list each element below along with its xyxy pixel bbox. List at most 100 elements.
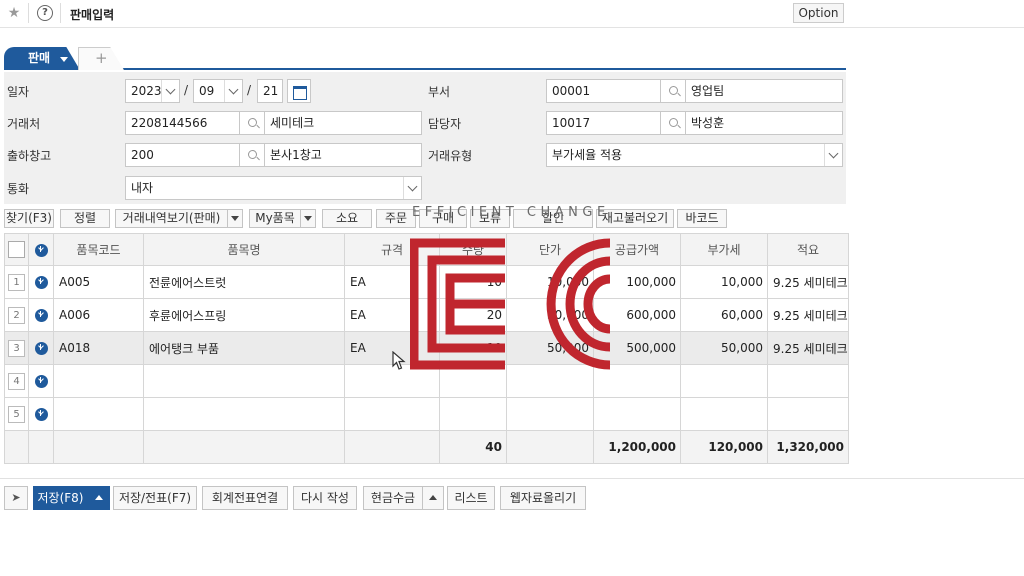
currency-select[interactable]: 내자 xyxy=(125,176,422,200)
top-bar: ★ ? 판매입력 Option xyxy=(0,0,1024,28)
option-button[interactable]: Option xyxy=(793,3,844,23)
cell-vat[interactable]: 10,000 xyxy=(680,265,768,299)
select-all-cell[interactable] xyxy=(4,233,29,266)
cell-item-code[interactable]: A005 xyxy=(53,265,144,299)
col-vat[interactable]: 부가세 xyxy=(680,233,768,266)
rewrite-button[interactable]: 다시 작성 xyxy=(293,486,357,510)
save-slip-button[interactable]: 저장/전표(F7) xyxy=(113,486,197,510)
history-button[interactable]: 거래내역보기(판매) xyxy=(115,209,228,228)
row-number-cell[interactable]: 1 xyxy=(4,265,29,299)
calendar-icon[interactable] xyxy=(287,79,311,103)
table-row[interactable]: 5 xyxy=(4,397,849,431)
cell-memo[interactable] xyxy=(767,364,849,398)
cash-receipt-dropdown[interactable] xyxy=(422,486,444,510)
total-supply: 1,200,000 xyxy=(593,430,681,464)
cell-memo[interactable]: 9.25 세미테크 xyxy=(767,331,849,365)
client-name-input[interactable]: 세미테크 xyxy=(264,111,422,135)
help-icon[interactable]: ? xyxy=(37,5,53,21)
date-year-select[interactable]: 2023 xyxy=(125,79,180,103)
consume-button[interactable]: 소요 xyxy=(322,209,372,228)
warehouse-name-input[interactable]: 본사1창고 xyxy=(264,143,422,167)
download-icon[interactable] xyxy=(34,243,48,257)
send-icon[interactable]: ➤ xyxy=(4,486,28,510)
download-header-cell xyxy=(28,233,54,266)
date-month-select[interactable]: 09 xyxy=(193,79,243,103)
row-number-cell[interactable]: 4 xyxy=(4,364,29,398)
manager-search-button[interactable] xyxy=(660,111,686,135)
tab-sales[interactable]: 판매 xyxy=(4,47,80,70)
cell-item-name[interactable] xyxy=(143,397,345,431)
sort-button[interactable]: 정렬 xyxy=(60,209,110,228)
my-items-button[interactable]: My품목 xyxy=(249,209,301,228)
col-item-name[interactable]: 품목명 xyxy=(143,233,345,266)
barcode-button[interactable]: 바코드 xyxy=(677,209,727,228)
cell-spec[interactable] xyxy=(344,397,440,431)
date-day-input[interactable]: 21 xyxy=(257,79,283,103)
download-icon[interactable] xyxy=(34,309,48,322)
total-vat: 120,000 xyxy=(680,430,768,464)
cell-vat[interactable] xyxy=(680,364,768,398)
add-tab-button[interactable]: + xyxy=(78,47,124,70)
row-download-cell xyxy=(28,397,54,431)
manager-label: 담당자 xyxy=(428,117,462,131)
star-icon[interactable]: ★ xyxy=(6,5,22,21)
download-icon[interactable] xyxy=(34,408,48,421)
cell-item-code[interactable] xyxy=(53,397,144,431)
cell-item-name[interactable]: 후륜에어스프링 xyxy=(143,298,345,332)
cell-item-code[interactable]: A006 xyxy=(53,298,144,332)
date-year-value: 2023 xyxy=(131,84,162,98)
total-empty-cell xyxy=(506,430,594,464)
cell-item-name[interactable] xyxy=(143,364,345,398)
download-icon[interactable] xyxy=(34,276,48,289)
entry-form: 일자 2023 / 09 / 21 부서 00001 영업팀 거래처 22081… xyxy=(4,72,846,204)
row-number-cell[interactable]: 3 xyxy=(4,331,29,365)
col-item-code[interactable]: 품목코드 xyxy=(53,233,144,266)
row-number: 5 xyxy=(8,405,25,423)
cell-price[interactable] xyxy=(506,397,594,431)
dept-code-input[interactable]: 00001 xyxy=(546,79,661,103)
accounting-link-button[interactable]: 회계전표연결 xyxy=(202,486,288,510)
list-button[interactable]: 리스트 xyxy=(447,486,495,510)
web-upload-button[interactable]: 웹자료올리기 xyxy=(500,486,586,510)
chevron-down-icon[interactable] xyxy=(60,57,68,62)
client-label: 거래처 xyxy=(7,117,41,131)
cell-memo[interactable] xyxy=(767,397,849,431)
row-number-cell[interactable]: 5 xyxy=(4,397,29,431)
date-month-value: 09 xyxy=(199,84,215,98)
dept-name-input[interactable]: 영업팀 xyxy=(685,79,843,103)
chevron-down-icon xyxy=(224,80,242,102)
cash-receipt-button[interactable]: 현금수금 xyxy=(363,486,423,510)
cell-item-name[interactable]: 전륜에어스트럿 xyxy=(143,265,345,299)
cell-vat[interactable]: 50,000 xyxy=(680,331,768,365)
save-options-dropdown[interactable] xyxy=(88,486,110,510)
my-items-dropdown[interactable] xyxy=(300,209,316,228)
cell-memo[interactable]: 9.25 세미테크 xyxy=(767,265,849,299)
row-number: 4 xyxy=(8,372,25,390)
col-memo[interactable]: 적요 xyxy=(767,233,849,266)
select-all-checkbox[interactable] xyxy=(8,241,25,258)
cell-vat[interactable] xyxy=(680,397,768,431)
row-download-cell xyxy=(28,298,54,332)
manager-name-input[interactable]: 박성훈 xyxy=(685,111,843,135)
dept-search-button[interactable] xyxy=(660,79,686,103)
download-icon[interactable] xyxy=(34,375,48,388)
warehouse-code-input[interactable]: 200 xyxy=(125,143,240,167)
find-button[interactable]: 찾기(F3) xyxy=(4,209,54,228)
cell-memo[interactable]: 9.25 세미테크 xyxy=(767,298,849,332)
manager-code-input[interactable]: 10017 xyxy=(546,111,661,135)
cell-item-code[interactable] xyxy=(53,364,144,398)
cell-vat[interactable]: 60,000 xyxy=(680,298,768,332)
cell-item-code[interactable]: A018 xyxy=(53,331,144,365)
cell-item-name[interactable]: 에어탱크 부품 xyxy=(143,331,345,365)
total-empty-cell xyxy=(53,430,144,464)
history-dropdown[interactable] xyxy=(227,209,243,228)
client-search-button[interactable] xyxy=(239,111,265,135)
cell-supply[interactable] xyxy=(593,397,681,431)
client-code-input[interactable]: 2208144566 xyxy=(125,111,240,135)
download-icon[interactable] xyxy=(34,342,48,355)
trade-type-select[interactable]: 부가세율 적용 xyxy=(546,143,843,167)
row-number-cell[interactable]: 2 xyxy=(4,298,29,332)
cell-qty[interactable] xyxy=(439,397,507,431)
save-button[interactable]: 저장(F8) xyxy=(33,486,88,510)
warehouse-search-button[interactable] xyxy=(239,143,265,167)
